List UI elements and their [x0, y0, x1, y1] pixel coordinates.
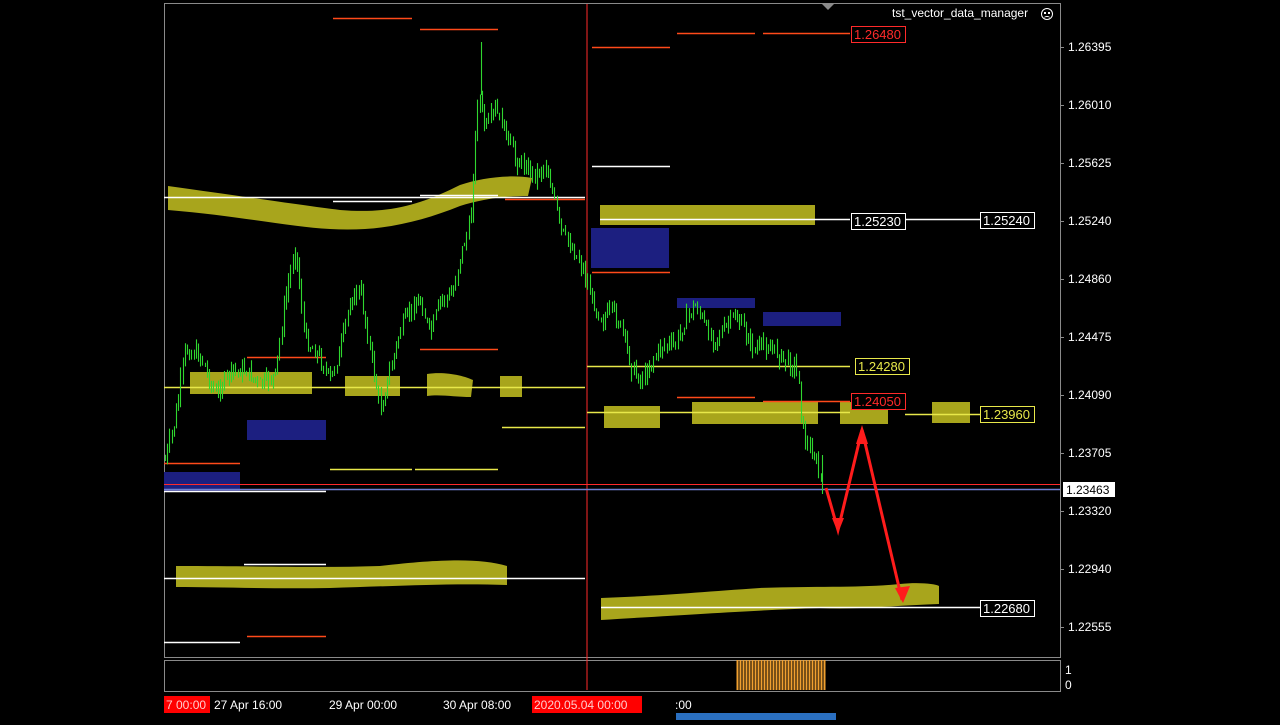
zone-yellow-2 — [176, 560, 507, 589]
sub-scale-min: 0 — [1065, 678, 1072, 692]
time-label-highlight: 7 00:00 — [166, 698, 206, 712]
forecast-path — [824, 429, 904, 601]
time-label: 29 Apr 00:00 — [329, 698, 397, 712]
price-tick-label: 1.23705 — [1068, 446, 1112, 460]
indicator-title: tst_vector_data_manager — [892, 6, 1029, 20]
zone-yellow-6 — [427, 373, 473, 397]
shift-marker-icon — [822, 4, 834, 10]
time-label: 27 Apr 16:00 — [214, 698, 282, 712]
level-label-text: 1.23960 — [983, 407, 1030, 422]
current-price-label: 1.23463 — [1066, 483, 1110, 497]
sub-scale-max: 1 — [1065, 663, 1072, 677]
time-axis: 7 00:00 27 Apr 16:00 29 Apr 00:00 30 Apr 08… — [164, 696, 836, 720]
level-price-labels: 1.26480 1.25230 1.25240 1.24280 1.24050 1.239… — [851, 26, 1035, 617]
zone-yellow-8 — [600, 205, 815, 225]
price-tick-label: 1.22555 — [1068, 620, 1112, 634]
zone-blue-2 — [677, 298, 755, 308]
price-tick-label: 1.22940 — [1068, 562, 1112, 576]
price-tick-label: 1.25625 — [1068, 156, 1112, 170]
main-window-border — [164, 3, 1061, 658]
chart-canvas[interactable]: 1.26395 1.26010 1.25625 1.25240 1.24860 1.244… — [0, 0, 1280, 720]
level-label-text: 1.22680 — [983, 601, 1030, 616]
forecast-arrows — [824, 425, 910, 603]
zone-yellow-3 — [601, 583, 939, 620]
price-tick-label: 1.26395 — [1068, 40, 1112, 54]
time-label-highlight: 2020.05.04 00:00 — [534, 698, 628, 712]
price-tick-label: 1.25240 — [1068, 214, 1112, 228]
zone-blue-3 — [763, 312, 841, 326]
level-lines — [164, 17, 1060, 644]
price-axis: 1.26395 1.26010 1.25625 1.25240 1.24860 1.244… — [1060, 40, 1115, 692]
sad-face-icon[interactable] — [1041, 8, 1053, 20]
price-tick-label: 1.24860 — [1068, 272, 1112, 286]
zone-yellow-7 — [500, 376, 522, 397]
price-tick-label: 1.26010 — [1068, 98, 1112, 112]
zone-layer — [164, 176, 970, 620]
zone-yellow-5 — [345, 376, 400, 396]
level-label-text: 1.24280 — [858, 359, 905, 374]
level-label-text: 1.25240 — [983, 213, 1030, 228]
forecast-arrowhead-2 — [856, 425, 868, 444]
volume-histogram — [736, 660, 826, 690]
forecast-arrowhead-1 — [832, 518, 844, 533]
taskbar-strip — [676, 713, 836, 720]
level-label-text: 1.26480 — [854, 27, 901, 42]
time-label: 30 Apr 08:00 — [443, 698, 511, 712]
volume-bars — [736, 660, 826, 690]
level-label-text: 1.25230 — [854, 214, 901, 229]
price-tick-label: 1.24475 — [1068, 330, 1112, 344]
zone-blue-4 — [247, 420, 326, 440]
zone-yellow-12 — [932, 402, 970, 423]
zone-yellow-1 — [168, 176, 532, 230]
time-label: :00 — [675, 698, 692, 712]
zone-yellow-9 — [604, 406, 660, 428]
sub-window-border — [164, 660, 1061, 692]
zone-blue-1 — [591, 228, 669, 268]
level-label-text: 1.24050 — [854, 394, 901, 409]
price-chart[interactable]: 1.26395 1.26010 1.25625 1.25240 1.24860 1.244… — [0, 0, 1280, 720]
price-tick-label: 1.23320 — [1068, 504, 1112, 518]
price-tick-label: 1.24090 — [1068, 388, 1112, 402]
